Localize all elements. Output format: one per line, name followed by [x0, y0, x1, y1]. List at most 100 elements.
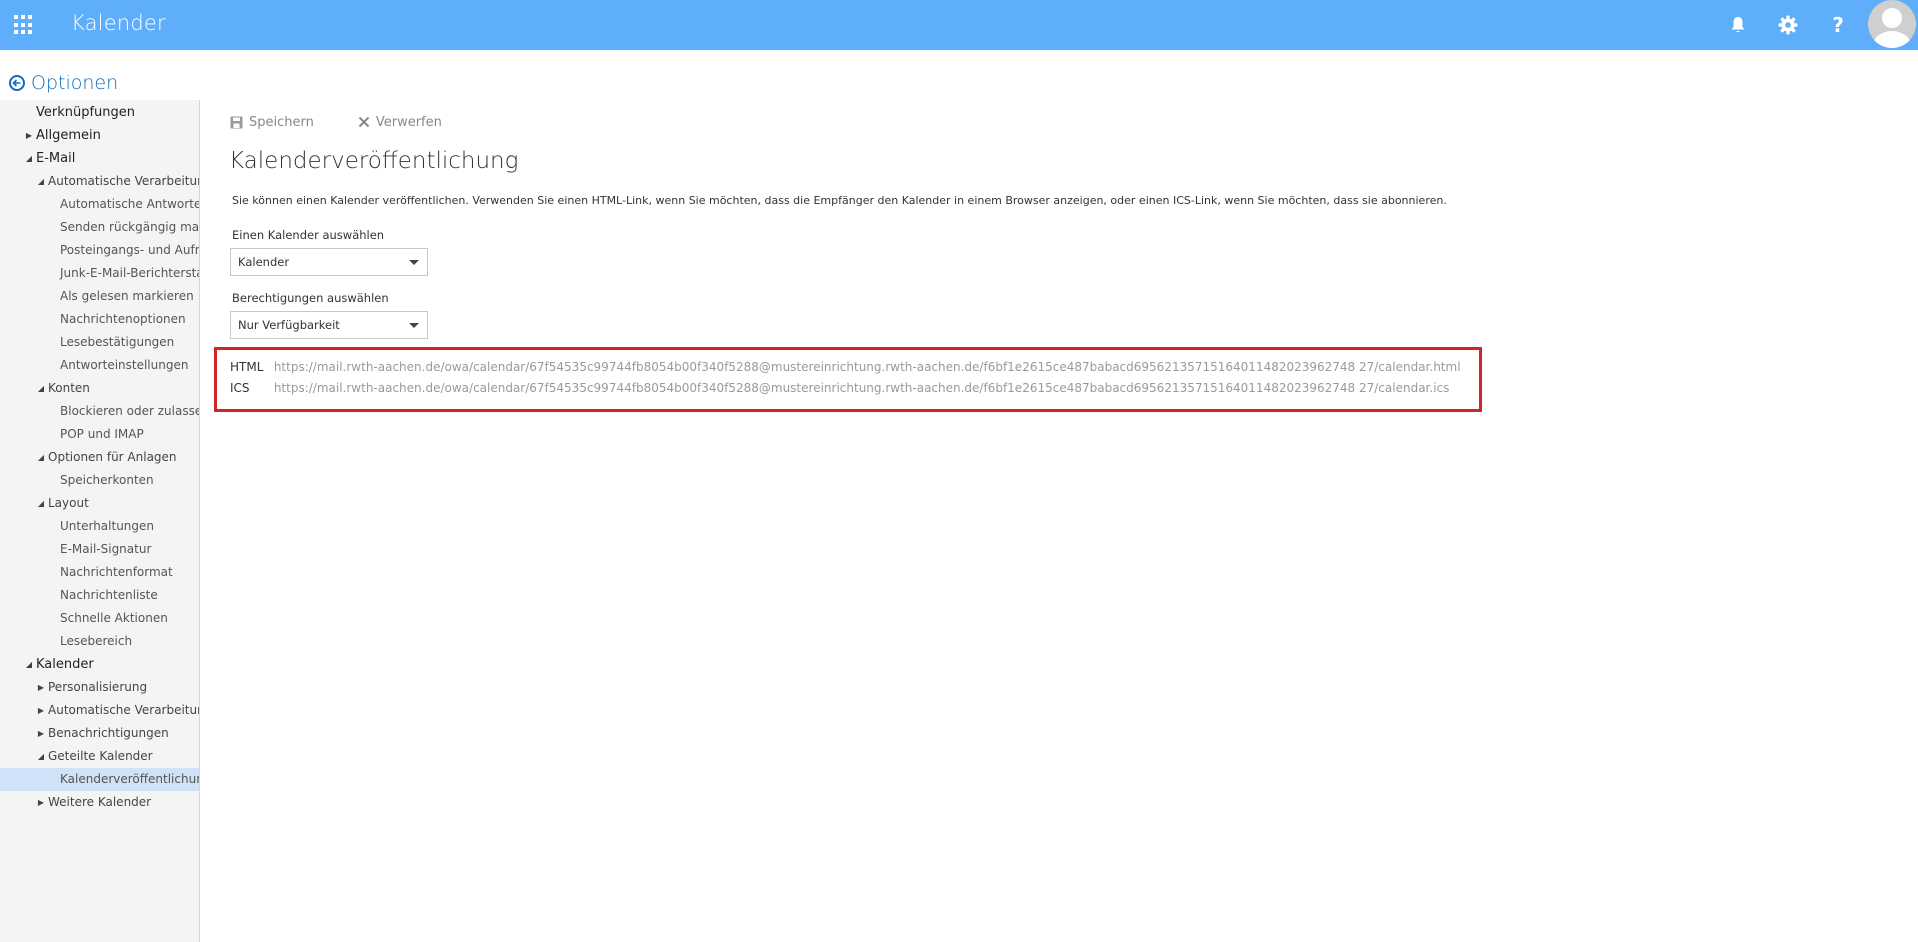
sidebar-item[interactable]: ◢ Konten [0, 377, 199, 400]
collapsed-arrow-icon[interactable]: ▶ [36, 791, 46, 814]
html-link-row: HTML https://mail.rwth-aachen.de/owa/cal… [230, 360, 1461, 374]
options-sidebar: Verknüpfungen ▶ Allgemein ◢ E-Mail ◢ Automatis… [0, 100, 200, 942]
expanded-arrow-icon[interactable]: ◢ [36, 745, 46, 768]
options-title: Optionen [31, 72, 119, 94]
collapsed-arrow-icon[interactable]: ▶ [36, 699, 46, 722]
sidebar-item[interactable]: Kalenderveröffentlichung [0, 768, 199, 791]
ics-link-url[interactable]: https://mail.rwth-aachen.de/owa/calendar… [274, 381, 1450, 395]
sidebar-item[interactable]: Schnelle Aktionen [0, 607, 199, 630]
app-launcher-icon[interactable] [14, 15, 34, 35]
sidebar-item-label: POP und IMAP [60, 427, 144, 441]
save-button[interactable]: Speichern [230, 115, 314, 130]
page-title: Kalenderveröffentlichung [229, 148, 519, 174]
sidebar-item-label: Weitere Kalender [48, 795, 152, 809]
collapsed-arrow-icon[interactable]: ▶ [24, 124, 34, 147]
sidebar-item[interactable]: Unterhaltungen [0, 515, 199, 538]
sidebar-item[interactable]: ▶ Automatische Verarbeitung [0, 699, 199, 722]
sidebar-item[interactable]: ▶ Weitere Kalender [0, 791, 199, 814]
permissions-select-value: Nur Verfügbarkeit [238, 318, 340, 332]
discard-label: Verwerfen [375, 114, 442, 130]
sidebar-item[interactable]: Junk-E-Mail-Berichterstattung [0, 262, 199, 285]
collapsed-arrow-icon[interactable]: ▶ [36, 722, 46, 745]
expanded-arrow-icon[interactable]: ◢ [24, 147, 34, 170]
sidebar-item-label: Schnelle Aktionen [60, 611, 168, 625]
sidebar-item-label: Nachrichtenformat [60, 565, 173, 579]
sidebar-item-label: Unterhaltungen [60, 519, 155, 533]
expanded-arrow-icon[interactable]: ◢ [36, 446, 46, 469]
html-link-url[interactable]: https://mail.rwth-aachen.de/owa/calendar… [274, 360, 1461, 374]
sidebar-item[interactable]: Antworteinstellungen [0, 354, 199, 377]
sidebar-item-label: Geteilte Kalender [48, 749, 153, 763]
sidebar-item[interactable]: Lesebestätigungen [0, 331, 199, 354]
sidebar-item-label: Als gelesen markieren [60, 289, 194, 303]
sidebar-item-label: Kalenderveröffentlichung [60, 772, 199, 786]
chevron-down-icon [409, 260, 419, 265]
sidebar-item-label: Nachrichtenliste [60, 588, 158, 602]
save-icon [230, 116, 243, 128]
sidebar-item-label: Lesebestätigungen [60, 335, 175, 349]
sidebar-item-label: Allgemein [36, 128, 101, 143]
close-icon [358, 116, 370, 128]
sidebar-item[interactable]: ▶ Personalisierung [0, 676, 199, 699]
sidebar-item-label: Automatische Verarbeitung [48, 703, 199, 717]
ics-link-label: ICS [230, 381, 250, 395]
permissions-select-label: Berechtigungen auswählen [232, 291, 389, 305]
app-title: Kalender [71, 11, 166, 35]
sidebar-item-label: Benachrichtigungen [48, 726, 169, 740]
sidebar-item-label: Speicherkonten [60, 473, 154, 487]
top-bar: Kalender ? [0, 0, 1918, 50]
sidebar-item[interactable]: ▶ Allgemein [0, 124, 199, 147]
sidebar-item[interactable]: Nachrichtenliste [0, 584, 199, 607]
sidebar-item[interactable]: Als gelesen markieren [0, 285, 199, 308]
sidebar-item-label: Senden rückgängig machen [60, 220, 199, 234]
sidebar-item-label: E-Mail-Signatur [60, 542, 152, 556]
expanded-arrow-icon[interactable]: ◢ [36, 492, 46, 515]
sidebar-item-label: Automatische Antworten [60, 197, 199, 211]
page-description: Sie können einen Kalender veröffentliche… [232, 194, 1447, 207]
sidebar-item-label: Layout [48, 496, 89, 510]
sidebar-item[interactable]: Senden rückgängig machen [0, 216, 199, 239]
calendar-select[interactable]: Kalender [230, 248, 428, 276]
sidebar-item[interactable]: Blockieren oder zulassen [0, 400, 199, 423]
sidebar-item[interactable]: Lesebereich [0, 630, 199, 653]
expanded-arrow-icon[interactable]: ◢ [24, 653, 34, 676]
collapsed-arrow-icon[interactable]: ▶ [36, 676, 46, 699]
sidebar-item[interactable]: ◢ Layout [0, 492, 199, 515]
sidebar-item[interactable]: Verknüpfungen [0, 101, 199, 124]
calendar-select-value: Kalender [238, 255, 290, 269]
sidebar-item[interactable]: Nachrichtenformat [0, 561, 199, 584]
sidebar-item[interactable]: ◢ Optionen für Anlagen [0, 446, 199, 469]
discard-button[interactable]: Verwerfen [358, 115, 442, 130]
sidebar-item-label: E-Mail [36, 151, 76, 166]
sidebar-item-label: Antworteinstellungen [60, 358, 189, 372]
sidebar-item[interactable]: Speicherkonten [0, 469, 199, 492]
back-to-options-button[interactable]: Optionen [9, 71, 118, 95]
expanded-arrow-icon[interactable]: ◢ [36, 377, 46, 400]
sidebar-item[interactable]: E-Mail-Signatur [0, 538, 199, 561]
ics-link-row: ICS https://mail.rwth-aachen.de/owa/cale… [230, 381, 1449, 395]
sidebar-item-label: Posteingangs- und Aufräumregeln [60, 243, 199, 257]
sidebar-item[interactable]: Automatische Antworten [0, 193, 199, 216]
avatar[interactable] [1866, 0, 1918, 50]
sidebar-item[interactable]: ◢ Automatische Verarbeitung [0, 170, 199, 193]
sidebar-item-label: Junk-E-Mail-Berichterstattung [60, 266, 199, 280]
help-icon[interactable]: ? [1813, 0, 1863, 50]
sidebar-item[interactable]: Posteingangs- und Aufräumregeln [0, 239, 199, 262]
sidebar-item[interactable]: ◢ Geteilte Kalender [0, 745, 199, 768]
calendar-select-label: Einen Kalender auswählen [232, 228, 385, 242]
chevron-down-icon [409, 323, 419, 328]
sidebar-item[interactable]: ◢ E-Mail [0, 147, 199, 170]
permissions-select[interactable]: Nur Verfügbarkeit [230, 311, 428, 339]
sidebar-item[interactable]: Nachrichtenoptionen [0, 308, 199, 331]
bell-icon[interactable] [1713, 0, 1763, 50]
gear-icon[interactable] [1763, 0, 1813, 50]
expanded-arrow-icon[interactable]: ◢ [36, 170, 46, 193]
back-arrow-icon [9, 75, 25, 91]
sidebar-item-label: Nachrichtenoptionen [60, 312, 186, 326]
sidebar-item[interactable]: ◢ Kalender [0, 653, 199, 676]
sidebar-item-label: Automatische Verarbeitung [48, 174, 199, 188]
sidebar-item-label: Konten [48, 381, 90, 395]
sidebar-item[interactable]: ▶ Benachrichtigungen [0, 722, 199, 745]
sidebar-item-label: Optionen für Anlagen [48, 450, 177, 464]
sidebar-item[interactable]: POP und IMAP [0, 423, 199, 446]
